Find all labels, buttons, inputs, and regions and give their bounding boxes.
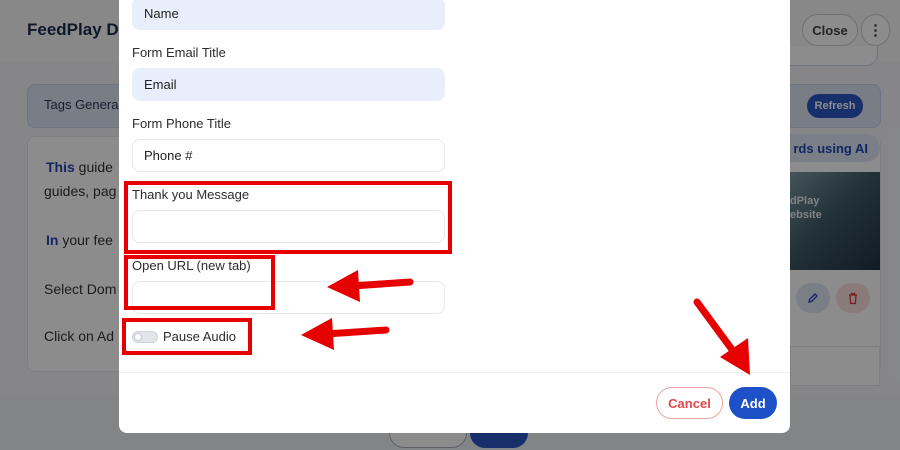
- cancel-button[interactable]: Cancel: [656, 387, 723, 419]
- modal-footer-divider: [119, 372, 790, 373]
- phone-title-label: Form Phone Title: [132, 116, 231, 131]
- highlight-pause-audio: [122, 318, 252, 355]
- phone-field[interactable]: Phone #: [132, 139, 445, 172]
- email-title-label: Form Email Title: [132, 45, 226, 60]
- email-field[interactable]: Email: [132, 68, 445, 101]
- name-field[interactable]: Name: [132, 0, 445, 30]
- add-button[interactable]: Add: [729, 387, 777, 419]
- highlight-thank-you-message: [124, 181, 452, 254]
- highlight-open-url: [124, 255, 275, 310]
